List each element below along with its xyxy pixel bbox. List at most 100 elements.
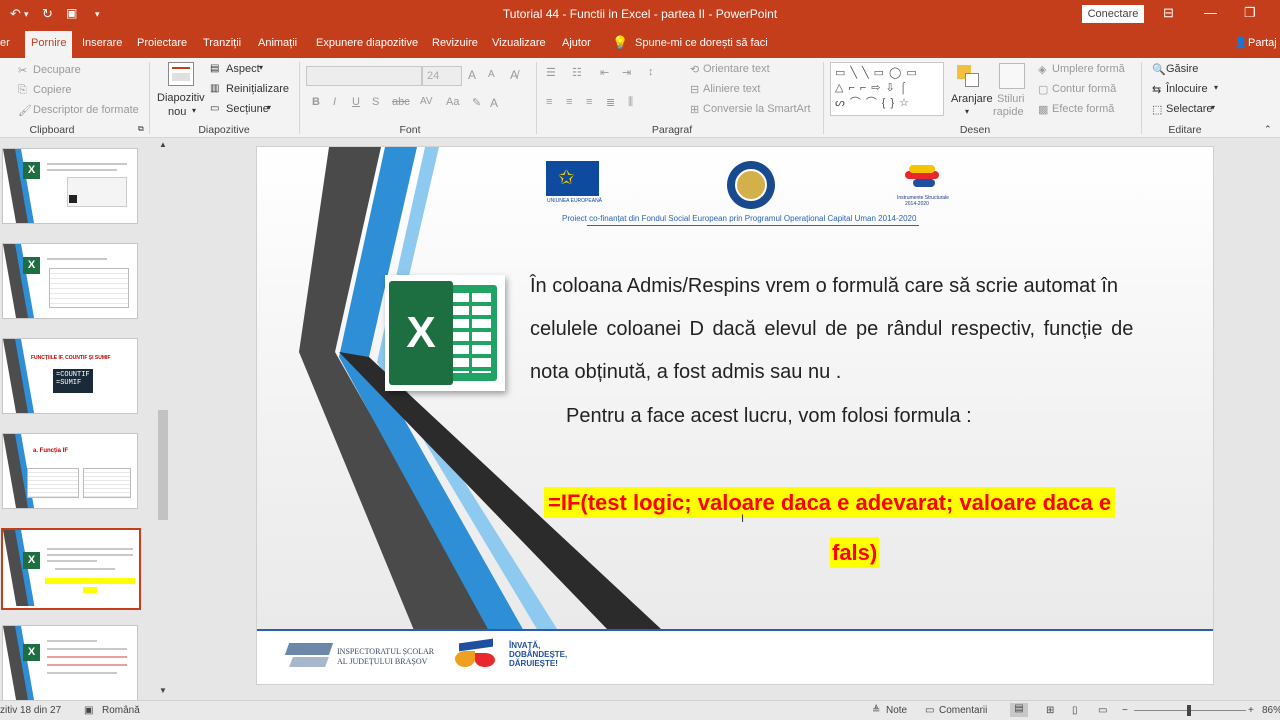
- quick-styles-button-line2[interactable]: rapide: [993, 106, 1024, 118]
- format-painter-button[interactable]: Descriptor de formate: [33, 104, 139, 116]
- select-button[interactable]: Selectare: [1166, 103, 1212, 115]
- quick-styles-icon[interactable]: [999, 63, 1025, 89]
- find-button[interactable]: Găsire: [1166, 63, 1198, 75]
- sign-in-button[interactable]: Conectare: [1082, 5, 1144, 23]
- tab-animations[interactable]: Animații: [258, 37, 297, 49]
- align-center-icon[interactable]: ≡: [566, 96, 572, 108]
- section-button[interactable]: Secțiune: [226, 103, 269, 115]
- chevron-down-icon[interactable]: ▾: [192, 106, 196, 115]
- increase-indent-icon[interactable]: ⇥: [622, 66, 631, 79]
- shadow-button[interactable]: S: [372, 96, 379, 108]
- share-icon[interactable]: 👤: [1234, 36, 1248, 49]
- char-spacing-icon[interactable]: AV: [420, 96, 433, 107]
- tab-design[interactable]: Proiectare: [137, 37, 187, 49]
- clear-format-icon[interactable]: A̸: [510, 68, 518, 82]
- new-slide-button-line2[interactable]: nou: [168, 106, 186, 118]
- chevron-down-icon[interactable]: ▾: [259, 63, 263, 72]
- underline-button[interactable]: U: [352, 96, 360, 108]
- share-button[interactable]: Partaj: [1248, 37, 1277, 49]
- highlight-icon[interactable]: ✎: [472, 96, 481, 109]
- slide-thumbnail-selected[interactable]: X: [1, 528, 141, 610]
- comments-button[interactable]: Comentarii: [939, 705, 987, 716]
- collapse-ribbon-icon[interactable]: ⌃: [1264, 124, 1272, 135]
- shapes-gallery[interactable]: ▭╲╲▭◯▭ △⌐⌐⇨⇩⌠ ᔕ⌒⌒{}☆: [830, 62, 944, 116]
- chevron-down-icon[interactable]: ▾: [1211, 103, 1215, 112]
- text-direction-button[interactable]: Orientare text: [703, 63, 770, 75]
- normal-view-icon[interactable]: ▤: [1010, 703, 1028, 717]
- tab-view[interactable]: Vizualizare: [492, 37, 546, 49]
- slide-sorter-icon[interactable]: ⊞: [1046, 705, 1054, 716]
- zoom-level[interactable]: 86%: [1262, 705, 1280, 716]
- new-slide-icon[interactable]: [168, 62, 194, 86]
- slide-counter[interactable]: zitiv 18 din 27: [0, 705, 61, 716]
- bullets-icon[interactable]: ☰: [546, 66, 556, 79]
- minimize-icon[interactable]: —: [1204, 5, 1217, 20]
- tab-slideshow[interactable]: Expunere diapozitive: [316, 37, 418, 49]
- columns-icon[interactable]: ⫼: [628, 96, 633, 109]
- chevron-down-icon[interactable]: ▾: [1214, 83, 1218, 92]
- scroll-down-icon[interactable]: ▼: [159, 686, 167, 695]
- shape-fill-button[interactable]: Umplere formă: [1052, 63, 1125, 75]
- cut-button[interactable]: Decupare: [33, 64, 81, 76]
- slide-thumbnail[interactable]: FUNCȚIILE IF, COUNTIF ȘI SUMIF =COUNTIF …: [2, 338, 138, 414]
- align-left-icon[interactable]: ≡: [546, 96, 552, 108]
- reading-view-icon[interactable]: ▯: [1072, 705, 1078, 716]
- new-slide-button[interactable]: Diapozitiv: [157, 92, 205, 104]
- ribbon-display-icon[interactable]: ⊟: [1163, 5, 1174, 21]
- align-text-button[interactable]: Aliniere text: [703, 83, 760, 95]
- grow-font-icon[interactable]: A: [468, 68, 476, 82]
- smartart-button[interactable]: Conversie la SmartArt: [703, 103, 811, 115]
- reset-button[interactable]: Reinițializare: [226, 83, 289, 95]
- strikethrough-icon[interactable]: abc: [392, 96, 410, 108]
- align-right-icon[interactable]: ≡: [586, 96, 592, 108]
- chevron-down-icon[interactable]: ▾: [965, 107, 969, 116]
- tab-help[interactable]: Ajutor: [562, 37, 591, 49]
- slide-thumbnail[interactable]: X: [2, 625, 138, 701]
- shape-outline-button[interactable]: Contur formă: [1052, 83, 1116, 95]
- slide-thumbnail[interactable]: X: [2, 243, 138, 319]
- zoom-slider-thumb[interactable]: [1187, 705, 1191, 716]
- scrollbar-thumb[interactable]: [158, 410, 168, 520]
- spellcheck-icon[interactable]: ▣: [84, 705, 93, 716]
- bold-button[interactable]: B: [312, 96, 320, 108]
- zoom-out-icon[interactable]: −: [1122, 705, 1128, 716]
- arrange-icon[interactable]: [955, 63, 983, 89]
- justify-icon[interactable]: ≣: [606, 96, 615, 109]
- notes-icon[interactable]: ≜: [872, 705, 880, 716]
- slideshow-view-icon[interactable]: ▭: [1098, 705, 1107, 716]
- tab-transitions[interactable]: Tranziții: [203, 37, 241, 49]
- slide-thumbnail-panel[interactable]: X X FUNCȚIILE IF, COUNTIF ȘI SUMIF =COUN…: [0, 138, 170, 701]
- italic-button[interactable]: I: [333, 96, 336, 108]
- language-indicator[interactable]: Română: [102, 705, 140, 716]
- thumbnail-scrollbar[interactable]: ▲ ▼: [156, 138, 170, 700]
- font-size-combo[interactable]: 24: [422, 66, 462, 86]
- copy-button[interactable]: Copiere: [33, 84, 72, 96]
- tab-insert[interactable]: Inserare: [82, 37, 122, 49]
- tell-me-search[interactable]: Spune-mi ce dorești să faci: [635, 37, 768, 49]
- scroll-up-icon[interactable]: ▲: [159, 140, 167, 149]
- shape-effects-button[interactable]: Efecte formă: [1052, 103, 1114, 115]
- layout-button[interactable]: Aspect: [226, 63, 260, 75]
- font-family-combo[interactable]: [306, 66, 422, 86]
- numbering-icon[interactable]: ☷: [572, 66, 582, 79]
- zoom-in-icon[interactable]: +: [1248, 705, 1254, 716]
- notes-button[interactable]: Note: [886, 705, 907, 716]
- slide-thumbnail[interactable]: a. Funcția IF: [2, 433, 138, 509]
- change-case-icon[interactable]: Aa: [446, 96, 459, 108]
- quick-styles-button[interactable]: Stiluri: [997, 93, 1025, 105]
- arrange-button[interactable]: Aranjare: [951, 93, 993, 105]
- tab-review[interactable]: Revizuire: [432, 37, 478, 49]
- slide-thumbnail[interactable]: X: [2, 148, 138, 224]
- chevron-down-icon[interactable]: ▾: [267, 103, 271, 112]
- replace-button[interactable]: Înlocuire: [1166, 83, 1208, 95]
- restore-icon[interactable]: ❐: [1244, 5, 1256, 21]
- decrease-indent-icon[interactable]: ⇤: [600, 66, 609, 79]
- shrink-font-icon[interactable]: A: [488, 69, 495, 80]
- slide-canvas[interactable]: ✩ UNIUNEA EUROPEANĂ Instrumente Structur…: [256, 146, 1214, 685]
- tab-file[interactable]: er: [0, 37, 10, 49]
- line-spacing-icon[interactable]: ↕: [648, 66, 654, 78]
- tab-home[interactable]: Pornire: [25, 31, 73, 58]
- dialog-launcher-icon[interactable]: ⧉: [138, 124, 144, 134]
- comments-icon[interactable]: ▭: [925, 705, 934, 716]
- font-color-icon[interactable]: A: [490, 96, 498, 110]
